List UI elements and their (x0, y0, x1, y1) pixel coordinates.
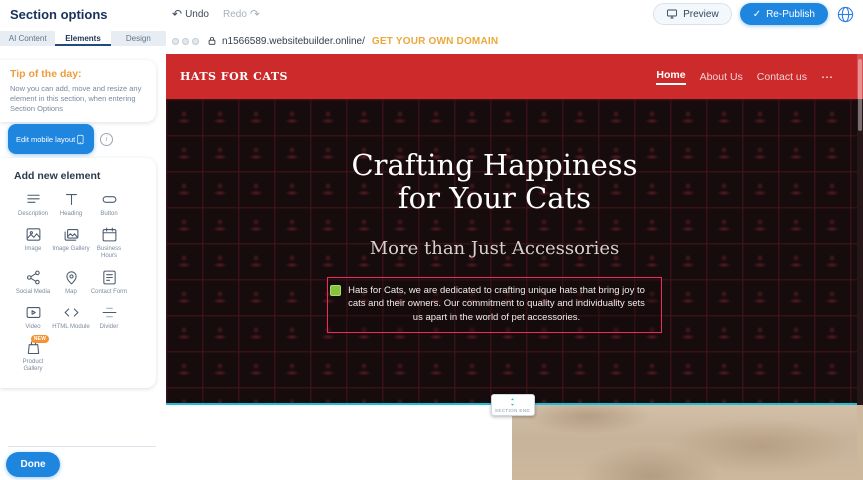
sidebar-tabs: AI Content Elements Design (0, 31, 166, 46)
page-title: Section options (10, 7, 108, 22)
redo-button[interactable]: Redo ↷ (223, 8, 260, 20)
tab-ai-content[interactable]: AI Content (0, 31, 55, 46)
nav-item-about-us[interactable]: About Us (700, 71, 743, 83)
description-icon (25, 191, 42, 208)
business-hours-icon (101, 226, 118, 243)
element-tile-contact-form[interactable]: Contact Form (90, 269, 128, 296)
language-globe-icon[interactable] (836, 5, 855, 24)
social-media-icon (25, 269, 42, 286)
next-section-photo (512, 405, 857, 480)
image-icon (25, 226, 42, 243)
scrollbar-thumb[interactable] (858, 59, 862, 131)
element-tile-video[interactable]: Video (14, 304, 52, 331)
site-logo[interactable]: HATS FOR CATS (180, 70, 288, 83)
check-icon: ✓ (753, 9, 761, 20)
nav-more-icon[interactable]: ⋯ (821, 70, 833, 84)
element-tile-image-gallery[interactable]: Image Gallery (52, 226, 90, 260)
add-new-element-panel: Add new element Description Heading Butt… (0, 158, 156, 388)
top-toolbar: Section options ↶ Undo Redo ↷ Preview ✓ … (0, 0, 863, 28)
nav-item-home[interactable]: Home (656, 69, 685, 85)
undo-button[interactable]: ↶ Undo (172, 8, 209, 20)
tab-elements[interactable]: Elements (55, 31, 110, 46)
element-tile-button[interactable]: Button (90, 191, 128, 218)
redo-icon: ↷ (250, 8, 260, 20)
hero-body-text: Hats for Cats, we are dedicated to craft… (348, 285, 645, 324)
new-badge: NEW (31, 335, 49, 343)
element-tile-html-module[interactable]: HTML Module (52, 304, 90, 331)
browser-address-bar: n1566589.websitebuilder.online/ GET YOUR… (166, 28, 863, 54)
hero-section: Crafting Happiness for Your Cats More th… (166, 99, 857, 405)
element-tile-social-media[interactable]: Social Media (14, 269, 52, 296)
undo-label: Undo (185, 9, 209, 20)
phone-icon (75, 132, 86, 147)
hero-text-element-selected[interactable]: Hats for Cats, we are dedicated to craft… (327, 277, 662, 333)
preview-scrollbar[interactable] (857, 54, 863, 480)
map-pin-icon (63, 269, 80, 286)
element-tile-image[interactable]: Image (14, 226, 52, 260)
resize-arrows-icon (508, 397, 517, 407)
next-section-preview (166, 405, 857, 480)
element-tile-description[interactable]: Description (14, 191, 52, 218)
element-tile-product-gallery[interactable]: NEW Product Gallery (14, 339, 52, 373)
site-header: HATS FOR CATS Home About Us Contact us ⋯ (166, 54, 857, 99)
tab-design[interactable]: Design (111, 31, 166, 46)
image-gallery-icon (63, 226, 80, 243)
section-end-label: SECTION END (495, 408, 530, 413)
info-icon[interactable]: i (100, 133, 113, 146)
divider-icon (101, 304, 118, 321)
element-tile-business-hours[interactable]: Business Hours (90, 226, 128, 260)
element-drag-handle-icon[interactable] (330, 285, 341, 296)
button-icon (101, 191, 118, 208)
element-tile-divider[interactable]: Divider (90, 304, 128, 331)
sidebar-divider (8, 446, 156, 447)
republish-label: Re-Publish (766, 9, 815, 20)
preview-label: Preview (683, 9, 719, 20)
code-icon (63, 304, 80, 321)
site-preview-canvas: HATS FOR CATS Home About Us Contact us ⋯… (166, 54, 857, 480)
site-url: n1566589.websitebuilder.online/ (222, 36, 365, 47)
section-options-sidebar: AI Content Elements Design Tip of the da… (0, 28, 166, 480)
republish-button[interactable]: ✓ Re-Publish (740, 3, 828, 25)
element-tile-heading[interactable]: Heading (52, 191, 90, 218)
contact-form-icon (101, 269, 118, 286)
lock-icon (207, 36, 217, 46)
tip-heading: Tip of the day: (10, 68, 146, 80)
video-icon (25, 304, 42, 321)
tip-of-the-day-panel: Tip of the day: Now you can add, move an… (0, 60, 156, 122)
element-tile-map[interactable]: Map (52, 269, 90, 296)
toolbar-actions: Preview ✓ Re-Publish (653, 0, 855, 28)
next-section-blank (166, 405, 512, 480)
done-button[interactable]: Done (6, 452, 60, 477)
element-grid: Description Heading Button Image Image G… (14, 191, 156, 373)
get-your-own-domain-link[interactable]: GET YOUR OWN DOMAIN (372, 36, 498, 47)
edit-mobile-layout-button[interactable]: Edit mobile layout (8, 124, 94, 154)
monitor-icon (666, 8, 678, 20)
tip-body: Now you can add, move and resize any ele… (10, 84, 146, 114)
history-controls: ↶ Undo Redo ↷ (172, 0, 260, 28)
site-nav: Home About Us Contact us ⋯ (656, 69, 833, 85)
hero-subtitle[interactable]: More than Just Accessories (166, 238, 823, 259)
hero-title[interactable]: Crafting Happiness for Your Cats (330, 99, 660, 216)
add-new-element-heading: Add new element (14, 170, 156, 182)
edit-mobile-label: Edit mobile layout (16, 135, 75, 144)
nav-item-contact-us[interactable]: Contact us (757, 71, 807, 83)
undo-icon: ↶ (172, 8, 182, 20)
preview-button[interactable]: Preview (653, 3, 732, 25)
section-resize-handle[interactable]: SECTION END (491, 394, 535, 416)
heading-icon (63, 191, 80, 208)
window-control-dots (172, 38, 199, 45)
redo-label: Redo (223, 9, 247, 20)
